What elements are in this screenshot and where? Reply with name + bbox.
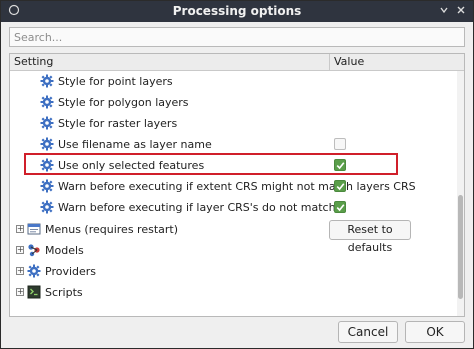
setting-label: Use filename as layer name: [58, 138, 212, 151]
window-title: Processing options: [172, 4, 302, 18]
gear-icon: [40, 116, 54, 130]
gear-icon: [40, 200, 54, 214]
titlebar: Processing options: [1, 1, 473, 22]
processing-options-dialog: Processing options Setting Value Style f…: [0, 0, 474, 349]
column-separator: [329, 54, 330, 70]
gear-icon: [40, 137, 54, 151]
group-label: Menus (requires restart): [45, 223, 179, 236]
models-icon: [27, 243, 41, 257]
group-label: Models: [45, 244, 84, 257]
setting-label: Style for polygon layers: [58, 96, 189, 109]
gear-icon: [27, 264, 41, 278]
scrollbar-thumb[interactable]: [458, 195, 463, 299]
settings-tree: Setting Value Style for point layers Sty…: [9, 53, 465, 317]
setting-label: Style for raster layers: [58, 117, 178, 130]
gear-icon: [40, 95, 54, 109]
search-field[interactable]: [9, 27, 465, 47]
tree-header: Setting Value: [10, 54, 464, 71]
setting-label: Style for point layers: [58, 75, 173, 88]
expand-icon[interactable]: +: [16, 225, 24, 233]
checkbox-warn-extent[interactable]: [334, 180, 346, 192]
tree-group-scripts[interactable]: + Scripts: [10, 282, 458, 303]
gear-icon: [40, 74, 54, 88]
vertical-scrollbar[interactable]: [457, 71, 464, 316]
gear-icon: [40, 179, 54, 193]
expand-icon[interactable]: +: [16, 288, 24, 296]
group-label: Scripts: [45, 286, 83, 299]
cancel-button[interactable]: Cancel: [338, 321, 398, 343]
group-label: Providers: [45, 265, 97, 278]
setting-label: Warn before executing if layer CRS's do …: [58, 201, 336, 214]
ok-button[interactable]: OK: [405, 321, 465, 343]
column-header-setting[interactable]: Setting: [14, 55, 53, 68]
checkbox-use-filename[interactable]: [334, 138, 346, 150]
tree-row-style-polygon[interactable]: Style for polygon layers: [10, 92, 458, 113]
tree-row-warn-extent[interactable]: Warn before executing if extent CRS migh…: [10, 176, 458, 197]
tree-row-warn-layer-crs[interactable]: Warn before executing if layer CRS's do …: [10, 197, 458, 218]
tree-row-style-point[interactable]: Style for point layers: [10, 71, 458, 92]
selection-highlight: [24, 153, 398, 175]
close-icon[interactable]: [454, 4, 468, 18]
expand-icon[interactable]: +: [16, 267, 24, 275]
script-icon: [27, 285, 41, 299]
expand-icon[interactable]: +: [16, 246, 24, 254]
column-header-value[interactable]: Value: [334, 55, 364, 68]
menu-icon: [27, 222, 41, 236]
tree-group-providers[interactable]: + Providers: [10, 261, 458, 282]
reset-to-defaults-button[interactable]: Reset to defaults: [329, 220, 411, 254]
setting-label: Warn before executing if extent CRS migh…: [58, 180, 416, 193]
checkbox-warn-layer-crs[interactable]: [334, 201, 346, 213]
search-input[interactable]: [10, 28, 464, 46]
minimize-icon[interactable]: [437, 4, 451, 18]
tree-row-style-raster[interactable]: Style for raster layers: [10, 113, 458, 134]
tree-group-models[interactable]: + Models: [10, 240, 458, 261]
tree-row-use-filename[interactable]: Use filename as layer name: [10, 134, 458, 155]
